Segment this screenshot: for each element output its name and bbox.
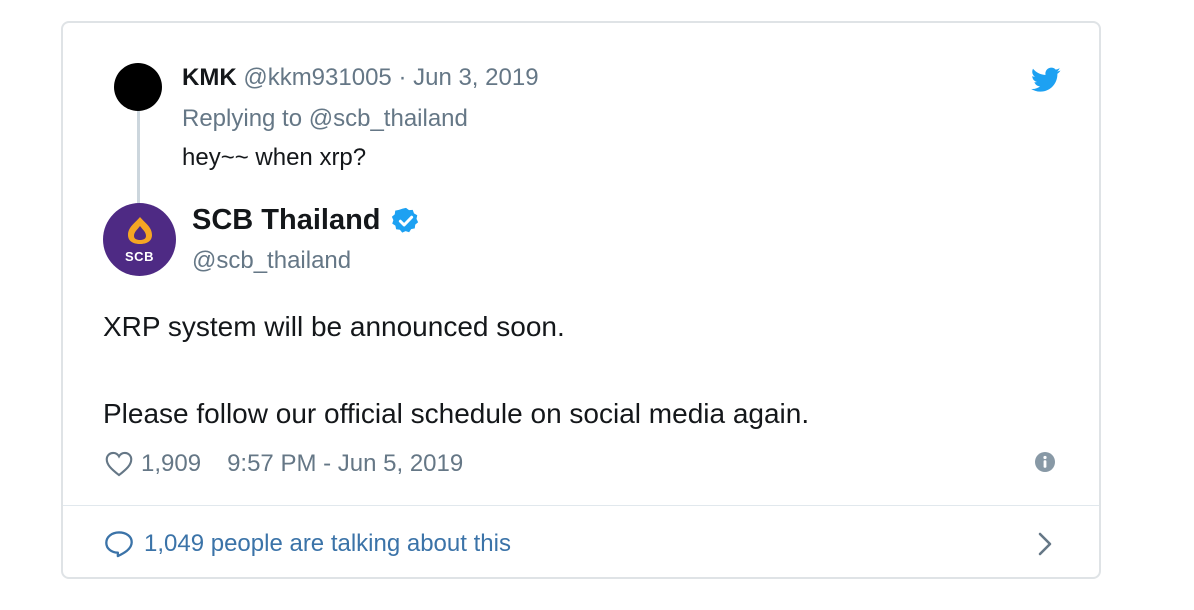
reply-author-meta[interactable]: @kkm931005 · Jun 3, 2019 <box>243 64 538 91</box>
tweet-meta-row: 1,909 9:57 PM - Jun 5, 2019 <box>105 448 463 480</box>
reply-author-name[interactable]: KMK <box>182 64 237 91</box>
talking-about-text[interactable]: 1,049 people are talking about this <box>144 530 511 558</box>
twitter-bird-icon[interactable] <box>1031 67 1061 93</box>
like-count[interactable]: 1,909 <box>141 450 201 478</box>
info-icon[interactable] <box>1034 451 1056 473</box>
scb-logo-icon <box>128 217 152 244</box>
verified-badge-icon <box>391 207 418 233</box>
replying-to-label[interactable]: Replying to @scb_thailand <box>182 105 468 133</box>
reply-header: KMK @kkm931005 · Jun 3, 2019 <box>182 64 539 92</box>
tweet-author-row: SCB Thailand <box>192 204 421 237</box>
talking-about-link[interactable]: 1,049 people are talking about this <box>104 527 511 561</box>
card-divider <box>63 505 1099 506</box>
tweet-body-line-1: XRP system will be announced soon. <box>103 311 565 342</box>
chevron-right-icon[interactable] <box>1036 531 1054 557</box>
heart-icon[interactable] <box>105 451 133 477</box>
scb-avatar-text: SCB <box>125 249 154 264</box>
embedded-tweet-card[interactable]: KMK @kkm931005 · Jun 3, 2019 Replying to… <box>61 21 1101 579</box>
comment-bubble-icon <box>105 531 133 558</box>
tweet-author-name[interactable]: SCB Thailand <box>192 204 381 237</box>
reply-text: hey~~ when xrp? <box>182 144 367 171</box>
tweet-timestamp[interactable]: 9:57 PM - Jun 5, 2019 <box>227 450 463 478</box>
thread-connector-line <box>137 109 140 209</box>
scb-avatar[interactable]: SCB <box>103 203 176 276</box>
reply-avatar[interactable] <box>114 63 162 111</box>
tweet-body-line-2: Please follow our official schedule on s… <box>103 398 810 429</box>
tweet-author-handle[interactable]: @scb_thailand <box>192 247 351 275</box>
